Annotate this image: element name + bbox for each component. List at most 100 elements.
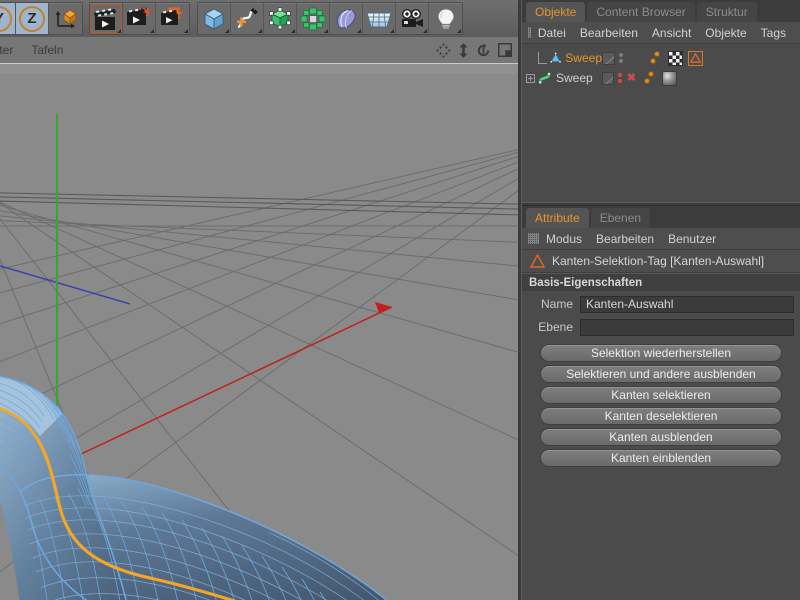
tab-content-browser[interactable]: Content Browser (587, 2, 695, 22)
selection-tag-triangle-icon (530, 254, 545, 268)
main-toolbar: Y Z (0, 0, 518, 37)
material-tag-icon[interactable] (662, 70, 677, 86)
submenu-corner (150, 29, 154, 33)
object-name[interactable]: Sweep (565, 51, 602, 65)
camera-icon (401, 8, 423, 27)
viewport-menu-filter[interactable]: ilter (0, 43, 13, 57)
viewport-layout-icon[interactable] (498, 43, 512, 57)
visibility-column: ✖ (602, 71, 636, 85)
pan-icon[interactable] (436, 42, 451, 58)
axis-lock-z-button[interactable]: Z (16, 3, 49, 34)
axis-lock-z-label: Z (19, 5, 45, 32)
deformer-button[interactable] (330, 3, 363, 34)
coordinate-system-button[interactable] (49, 3, 82, 34)
editor-render-dots[interactable] (619, 53, 623, 63)
environment-floor-button[interactable] (363, 3, 396, 34)
menu-ansicht[interactable]: Ansicht (652, 26, 691, 40)
menu-benutzer[interactable]: Benutzer (668, 232, 716, 246)
submenu-corner (324, 29, 328, 33)
object-create-group (197, 2, 463, 35)
render-settings-icon (160, 6, 182, 25)
menu-datei[interactable]: Datei (538, 26, 566, 40)
render-settings-button[interactable] (156, 3, 189, 34)
render-view-button[interactable] (90, 3, 123, 34)
visibility-toggle[interactable] (602, 71, 614, 85)
editor-render-dots[interactable] (617, 73, 622, 83)
menu-objekte[interactable]: Objekte (705, 26, 746, 40)
attribute-manager-tabs: Attribute Ebenen (522, 206, 800, 228)
viewport-nav-icons (436, 42, 518, 58)
perspective-viewport[interactable] (0, 63, 518, 600)
show-edges-button[interactable]: Kanten einblenden (540, 449, 782, 467)
deselect-edges-button[interactable]: Kanten deselektieren (540, 407, 782, 425)
spline-pen-button[interactable] (231, 3, 264, 34)
expand-toggle-icon[interactable] (526, 73, 535, 83)
tab-attribute[interactable]: Attribute (526, 208, 589, 228)
submenu-corner (225, 29, 229, 33)
submenu-corner (390, 29, 394, 33)
viewport-horizon (0, 64, 518, 74)
nurbs-generator-icon (269, 6, 291, 29)
object-tree-indent: Sweep (526, 51, 602, 65)
light-button[interactable] (429, 3, 462, 34)
menu-bearbeiten[interactable]: Bearbeiten (596, 232, 654, 246)
tree-elbow-icon (538, 52, 547, 64)
editor-visibility-dot[interactable] (619, 53, 623, 57)
viewport-menu-tafeln[interactable]: Tafeln (31, 43, 63, 57)
nurbs-generator-button[interactable] (264, 3, 297, 34)
tag-handle-dots-icon (644, 71, 657, 85)
coordinate-system-icon (55, 9, 77, 28)
render-button-group (89, 2, 190, 35)
object-name[interactable]: Sweep (556, 71, 593, 85)
tab-ebenen[interactable]: Ebenen (590, 208, 651, 228)
texture-tag-icon[interactable] (668, 50, 683, 66)
zoom-icon[interactable] (458, 42, 469, 58)
submenu-corner (357, 29, 361, 33)
cinema4d-window: Y Z (0, 0, 800, 600)
rotate-icon[interactable] (476, 42, 491, 58)
light-icon (436, 7, 455, 29)
hide-edges-button[interactable]: Kanten ausblenden (540, 428, 782, 446)
attribute-manager: Attribute Ebenen Modus Bearbeiten Benutz… (518, 206, 800, 467)
mograph-array-button[interactable] (297, 3, 330, 34)
restore-selection-button[interactable]: Selektion wiederherstellen (540, 344, 782, 362)
cube-primitive-button[interactable] (198, 3, 231, 34)
selection-triangle-glyph (690, 53, 701, 63)
axis-lock-y-button[interactable]: Y (0, 3, 16, 34)
environment-floor-icon (366, 12, 392, 27)
submenu-corner (457, 29, 461, 33)
editor-visibility-dot[interactable] (617, 73, 622, 77)
menu-bearbeiten[interactable]: Bearbeiten (580, 26, 638, 40)
table-row[interactable]: Sweep ✖ (522, 68, 800, 88)
axis-lock-y-label: Y (0, 5, 12, 32)
render-to-picture-viewer-icon (127, 7, 149, 25)
sweep-nurbs-icon (550, 52, 562, 64)
right-panel-column: Objekte Content Browser Struktur Datei B… (518, 0, 800, 600)
object-manager-menubar: Datei Bearbeiten Ansicht Objekte Tags (522, 22, 800, 44)
tab-objekte[interactable]: Objekte (526, 2, 586, 22)
menu-tags[interactable]: Tags (761, 26, 786, 40)
viewport-canvas (0, 64, 518, 600)
select-edges-button[interactable]: Kanten selektieren (540, 386, 782, 404)
spline-object-icon (538, 72, 551, 85)
tag-column (644, 70, 677, 86)
render-to-picture-viewer-button[interactable] (123, 3, 156, 34)
table-row[interactable]: Sweep (522, 48, 800, 68)
name-input[interactable]: Kanten-Auswahl (580, 295, 794, 313)
tag-handle-dots-icon (650, 51, 663, 65)
ebene-input[interactable] (580, 318, 794, 336)
attribute-manager-menubar: Modus Bearbeiten Benutzer (522, 228, 800, 250)
grip-icon[interactable] (528, 27, 531, 38)
camera-button[interactable] (396, 3, 429, 34)
render-visibility-dot[interactable] (619, 59, 623, 63)
render-visibility-dot[interactable] (617, 79, 622, 83)
visibility-toggle[interactable] (602, 51, 615, 65)
submenu-corner (291, 29, 295, 33)
menu-modus[interactable]: Modus (546, 232, 582, 246)
disabled-x-icon: ✖ (626, 71, 636, 84)
object-tree: Sweep Sweep ✖ (522, 48, 800, 202)
grip-icon[interactable] (528, 233, 539, 244)
edge-selection-tag-icon[interactable] (688, 50, 703, 66)
select-and-hide-others-button[interactable]: Selektieren und andere ausblenden (540, 365, 782, 383)
tab-struktur[interactable]: Struktur (696, 2, 757, 22)
